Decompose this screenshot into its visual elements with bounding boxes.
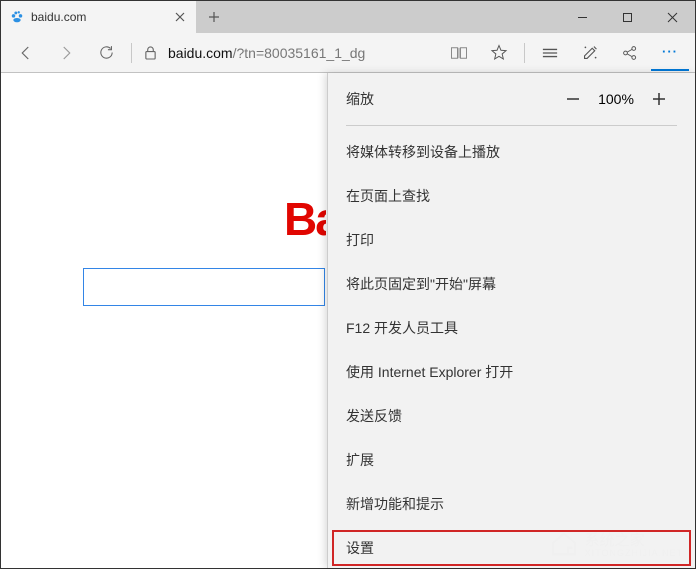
zoom-row: 缩放 100% — [328, 73, 695, 125]
zoom-label: 缩放 — [346, 89, 555, 109]
tab-bar: baidu.com — [1, 1, 695, 33]
zoom-in-button[interactable] — [641, 81, 677, 117]
minimize-button[interactable] — [560, 1, 605, 33]
refresh-button[interactable] — [87, 35, 125, 71]
toolbar-separator — [131, 43, 132, 63]
menu-item[interactable]: 将媒体转移到设备上播放 — [328, 130, 695, 174]
back-button[interactable] — [7, 35, 45, 71]
close-window-button[interactable] — [650, 1, 695, 33]
menu-item[interactable]: 使用 Internet Explorer 打开 — [328, 350, 695, 394]
menu-item[interactable]: 在页面上查找 — [328, 174, 695, 218]
new-tab-button[interactable] — [196, 1, 232, 33]
more-icon: ··· — [662, 44, 678, 59]
hub-button[interactable] — [531, 35, 569, 71]
search-input[interactable] — [83, 268, 325, 306]
share-button[interactable] — [611, 35, 649, 71]
menu-item[interactable]: 将此页固定到"开始"屏幕 — [328, 262, 695, 306]
tab-close-icon[interactable] — [172, 9, 188, 25]
baidu-favicon-icon — [9, 9, 25, 25]
menu-item[interactable]: 打印 — [328, 218, 695, 262]
tab-title: baidu.com — [31, 10, 166, 24]
favorite-button[interactable] — [480, 35, 518, 71]
maximize-button[interactable] — [605, 1, 650, 33]
toolbar: baidu.com/?tn=80035161_1_dg ··· — [1, 33, 695, 73]
reading-view-button[interactable] — [440, 35, 478, 71]
site-info-icon[interactable] — [144, 45, 160, 60]
window-controls — [560, 1, 695, 33]
menu-item[interactable]: 设置 — [328, 526, 695, 568]
notes-button[interactable] — [571, 35, 609, 71]
settings-menu: 缩放 100% 将媒体转移到设备上播放在页面上查找打印将此页固定到"开始"屏幕F… — [327, 73, 695, 568]
menu-item[interactable]: 发送反馈 — [328, 394, 695, 438]
menu-item[interactable]: 扩展 — [328, 438, 695, 482]
menu-divider — [346, 125, 677, 126]
menu-item[interactable]: 新增功能和提示 — [328, 482, 695, 526]
zoom-value: 100% — [591, 91, 641, 107]
toolbar-separator — [524, 43, 525, 63]
address-bar[interactable]: baidu.com/?tn=80035161_1_dg — [138, 35, 438, 71]
url-text: baidu.com/?tn=80035161_1_dg — [168, 45, 365, 61]
menu-item[interactable]: F12 开发人员工具 — [328, 306, 695, 350]
forward-button[interactable] — [47, 35, 85, 71]
zoom-out-button[interactable] — [555, 81, 591, 117]
baidu-logo-fragment: Ba — [284, 196, 326, 248]
browser-tab[interactable]: baidu.com — [1, 1, 196, 33]
more-button[interactable]: ··· — [651, 35, 689, 71]
